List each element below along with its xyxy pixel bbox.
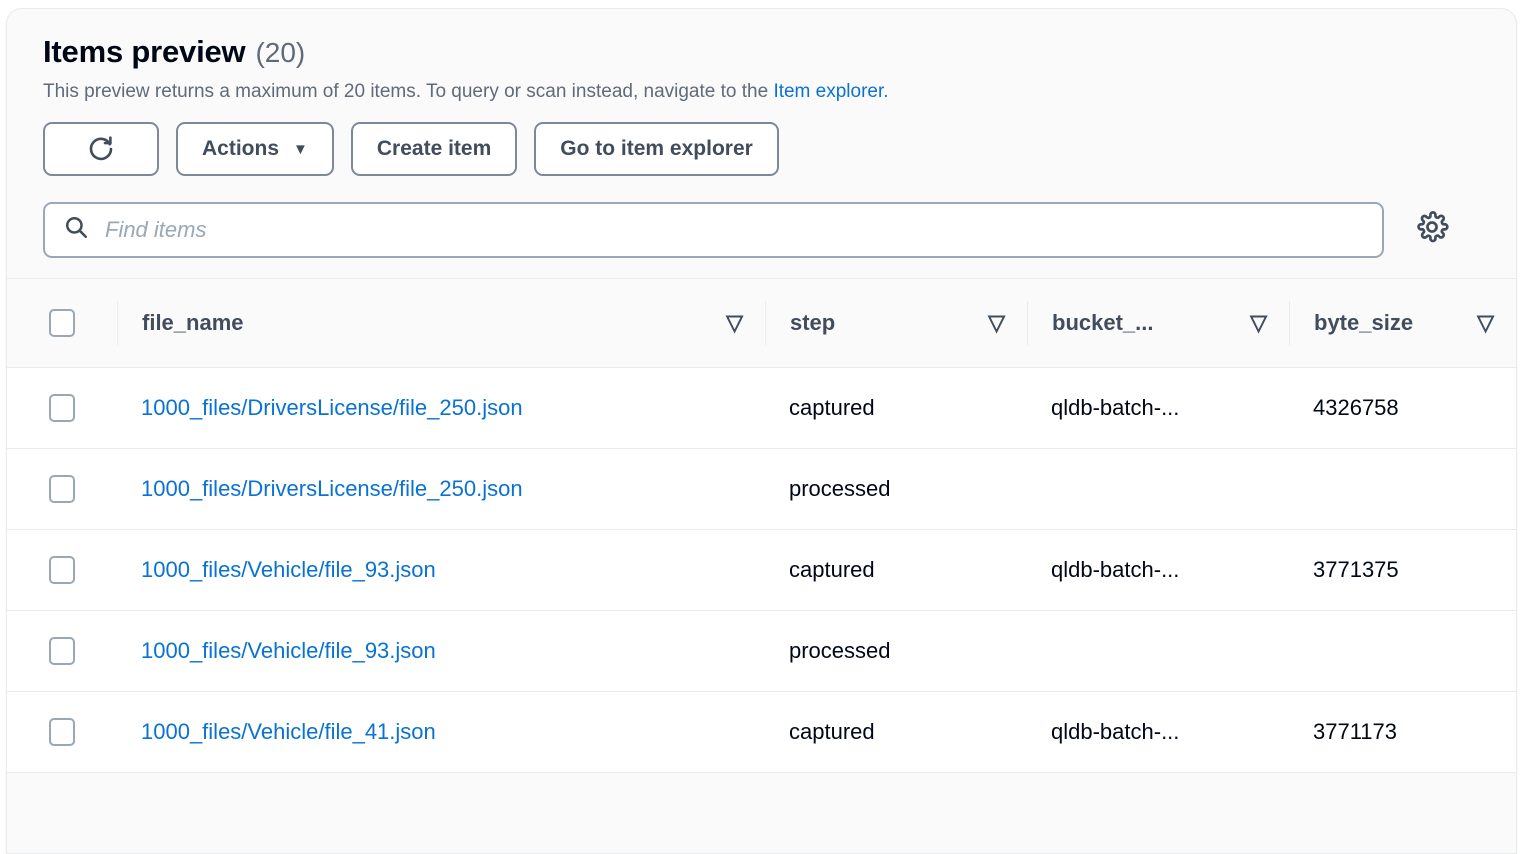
chevron-down-icon: ▼ [293, 141, 308, 159]
items-table: file_name ▽ step ▽ bucket_... ▽ byte_siz… [7, 278, 1516, 773]
cell-byte-size [1289, 610, 1516, 692]
row-checkbox[interactable] [49, 636, 75, 665]
table-row: 1000_files/DriversLicense/file_250.json … [7, 367, 1516, 449]
search-box[interactable] [43, 201, 1384, 258]
item-link[interactable]: 1000_files/Vehicle/file_93.json [141, 638, 436, 663]
page-title: Items preview [43, 34, 246, 69]
row-checkbox[interactable] [49, 717, 75, 746]
table-preferences-button[interactable] [1384, 210, 1480, 249]
column-label: bucket_... [1052, 309, 1154, 335]
sort-descending-icon[interactable]: ▽ [1250, 310, 1267, 336]
actions-label: Actions [202, 136, 280, 160]
row-select-cell [7, 448, 117, 530]
actions-button[interactable]: Actions ▼ [176, 121, 334, 176]
column-header-byte-size[interactable]: byte_size ▽ [1289, 278, 1516, 368]
refresh-icon [86, 134, 116, 164]
panel-header: Items preview (20) This preview returns … [7, 9, 1516, 258]
column-header-step[interactable]: step ▽ [765, 278, 1027, 368]
panel-description: This preview returns a maximum of 20 ite… [43, 79, 1516, 105]
gear-icon [1415, 210, 1449, 249]
cell-byte-size: 3771173 [1289, 691, 1516, 773]
cell-bucket: qldb-batch-... [1027, 691, 1289, 773]
row-select-cell [7, 367, 117, 449]
cell-step: captured [765, 529, 1027, 611]
item-link[interactable]: 1000_files/Vehicle/file_93.json [141, 557, 436, 582]
table-row: 1000_files/Vehicle/file_93.json captured… [7, 529, 1516, 611]
select-all-header [7, 278, 117, 368]
row-select-cell [7, 610, 117, 692]
toolbar: Actions ▼ Create item Go to item explore… [43, 121, 1516, 176]
row-select-cell [7, 691, 117, 773]
cell-byte-size [1289, 448, 1516, 530]
column-header-file-name[interactable]: file_name ▽ [117, 278, 765, 368]
cell-byte-size: 3771375 [1289, 529, 1516, 611]
refresh-button[interactable] [43, 121, 159, 176]
item-explorer-link[interactable]: Item explorer. [773, 81, 888, 102]
row-select-cell [7, 529, 117, 611]
table-row: 1000_files/Vehicle/file_93.json processe… [7, 610, 1516, 692]
sort-descending-icon[interactable]: ▽ [1477, 310, 1494, 336]
items-table-container: file_name ▽ step ▽ bucket_... ▽ byte_siz… [7, 277, 1516, 773]
item-link[interactable]: 1000_files/DriversLicense/file_250.json [141, 395, 523, 420]
row-checkbox[interactable] [49, 474, 75, 503]
cell-bucket: qldb-batch-... [1027, 529, 1289, 611]
cell-step: captured [765, 691, 1027, 773]
column-label: file_name [142, 309, 244, 335]
column-label: byte_size [1314, 309, 1414, 335]
items-preview-panel: Items preview (20) This preview returns … [6, 8, 1517, 854]
cell-step: processed [765, 448, 1027, 530]
title-row: Items preview (20) [43, 34, 1516, 69]
item-count: (20) [255, 37, 306, 68]
cell-file-name: 1000_files/Vehicle/file_93.json [117, 529, 765, 611]
search-input[interactable] [105, 216, 1364, 243]
search-row [43, 201, 1516, 258]
select-all-checkbox[interactable] [49, 308, 75, 337]
cell-file-name: 1000_files/DriversLicense/file_250.json [117, 448, 765, 530]
table-header: file_name ▽ step ▽ bucket_... ▽ byte_siz… [7, 278, 1516, 368]
item-link[interactable]: 1000_files/Vehicle/file_41.json [141, 719, 436, 744]
cell-bucket: qldb-batch-... [1027, 367, 1289, 449]
sort-descending-icon[interactable]: ▽ [988, 310, 1005, 336]
description-text: This preview returns a maximum of 20 ite… [43, 81, 774, 103]
row-checkbox[interactable] [49, 555, 75, 584]
cell-file-name: 1000_files/Vehicle/file_93.json [117, 610, 765, 692]
cell-file-name: 1000_files/Vehicle/file_41.json [117, 691, 765, 773]
cell-bucket [1027, 448, 1289, 530]
go-to-item-explorer-button[interactable]: Go to item explorer [534, 121, 779, 176]
table-row: 1000_files/DriversLicense/file_250.json … [7, 448, 1516, 530]
item-link[interactable]: 1000_files/DriversLicense/file_250.json [141, 476, 523, 501]
sort-descending-icon[interactable]: ▽ [726, 310, 743, 336]
column-label: step [790, 309, 836, 335]
cell-bucket [1027, 610, 1289, 692]
cell-step: processed [765, 610, 1027, 692]
search-icon [63, 214, 89, 245]
table-header-row: file_name ▽ step ▽ bucket_... ▽ byte_siz… [7, 278, 1516, 368]
create-item-button[interactable]: Create item [350, 121, 518, 176]
table-body: 1000_files/DriversLicense/file_250.json … [7, 367, 1516, 773]
table-row: 1000_files/Vehicle/file_41.json captured… [7, 691, 1516, 773]
cell-byte-size: 4326758 [1289, 367, 1516, 449]
row-checkbox[interactable] [49, 393, 75, 422]
column-header-bucket[interactable]: bucket_... ▽ [1027, 278, 1289, 368]
cell-file-name: 1000_files/DriversLicense/file_250.json [117, 367, 765, 449]
cell-step: captured [765, 367, 1027, 449]
